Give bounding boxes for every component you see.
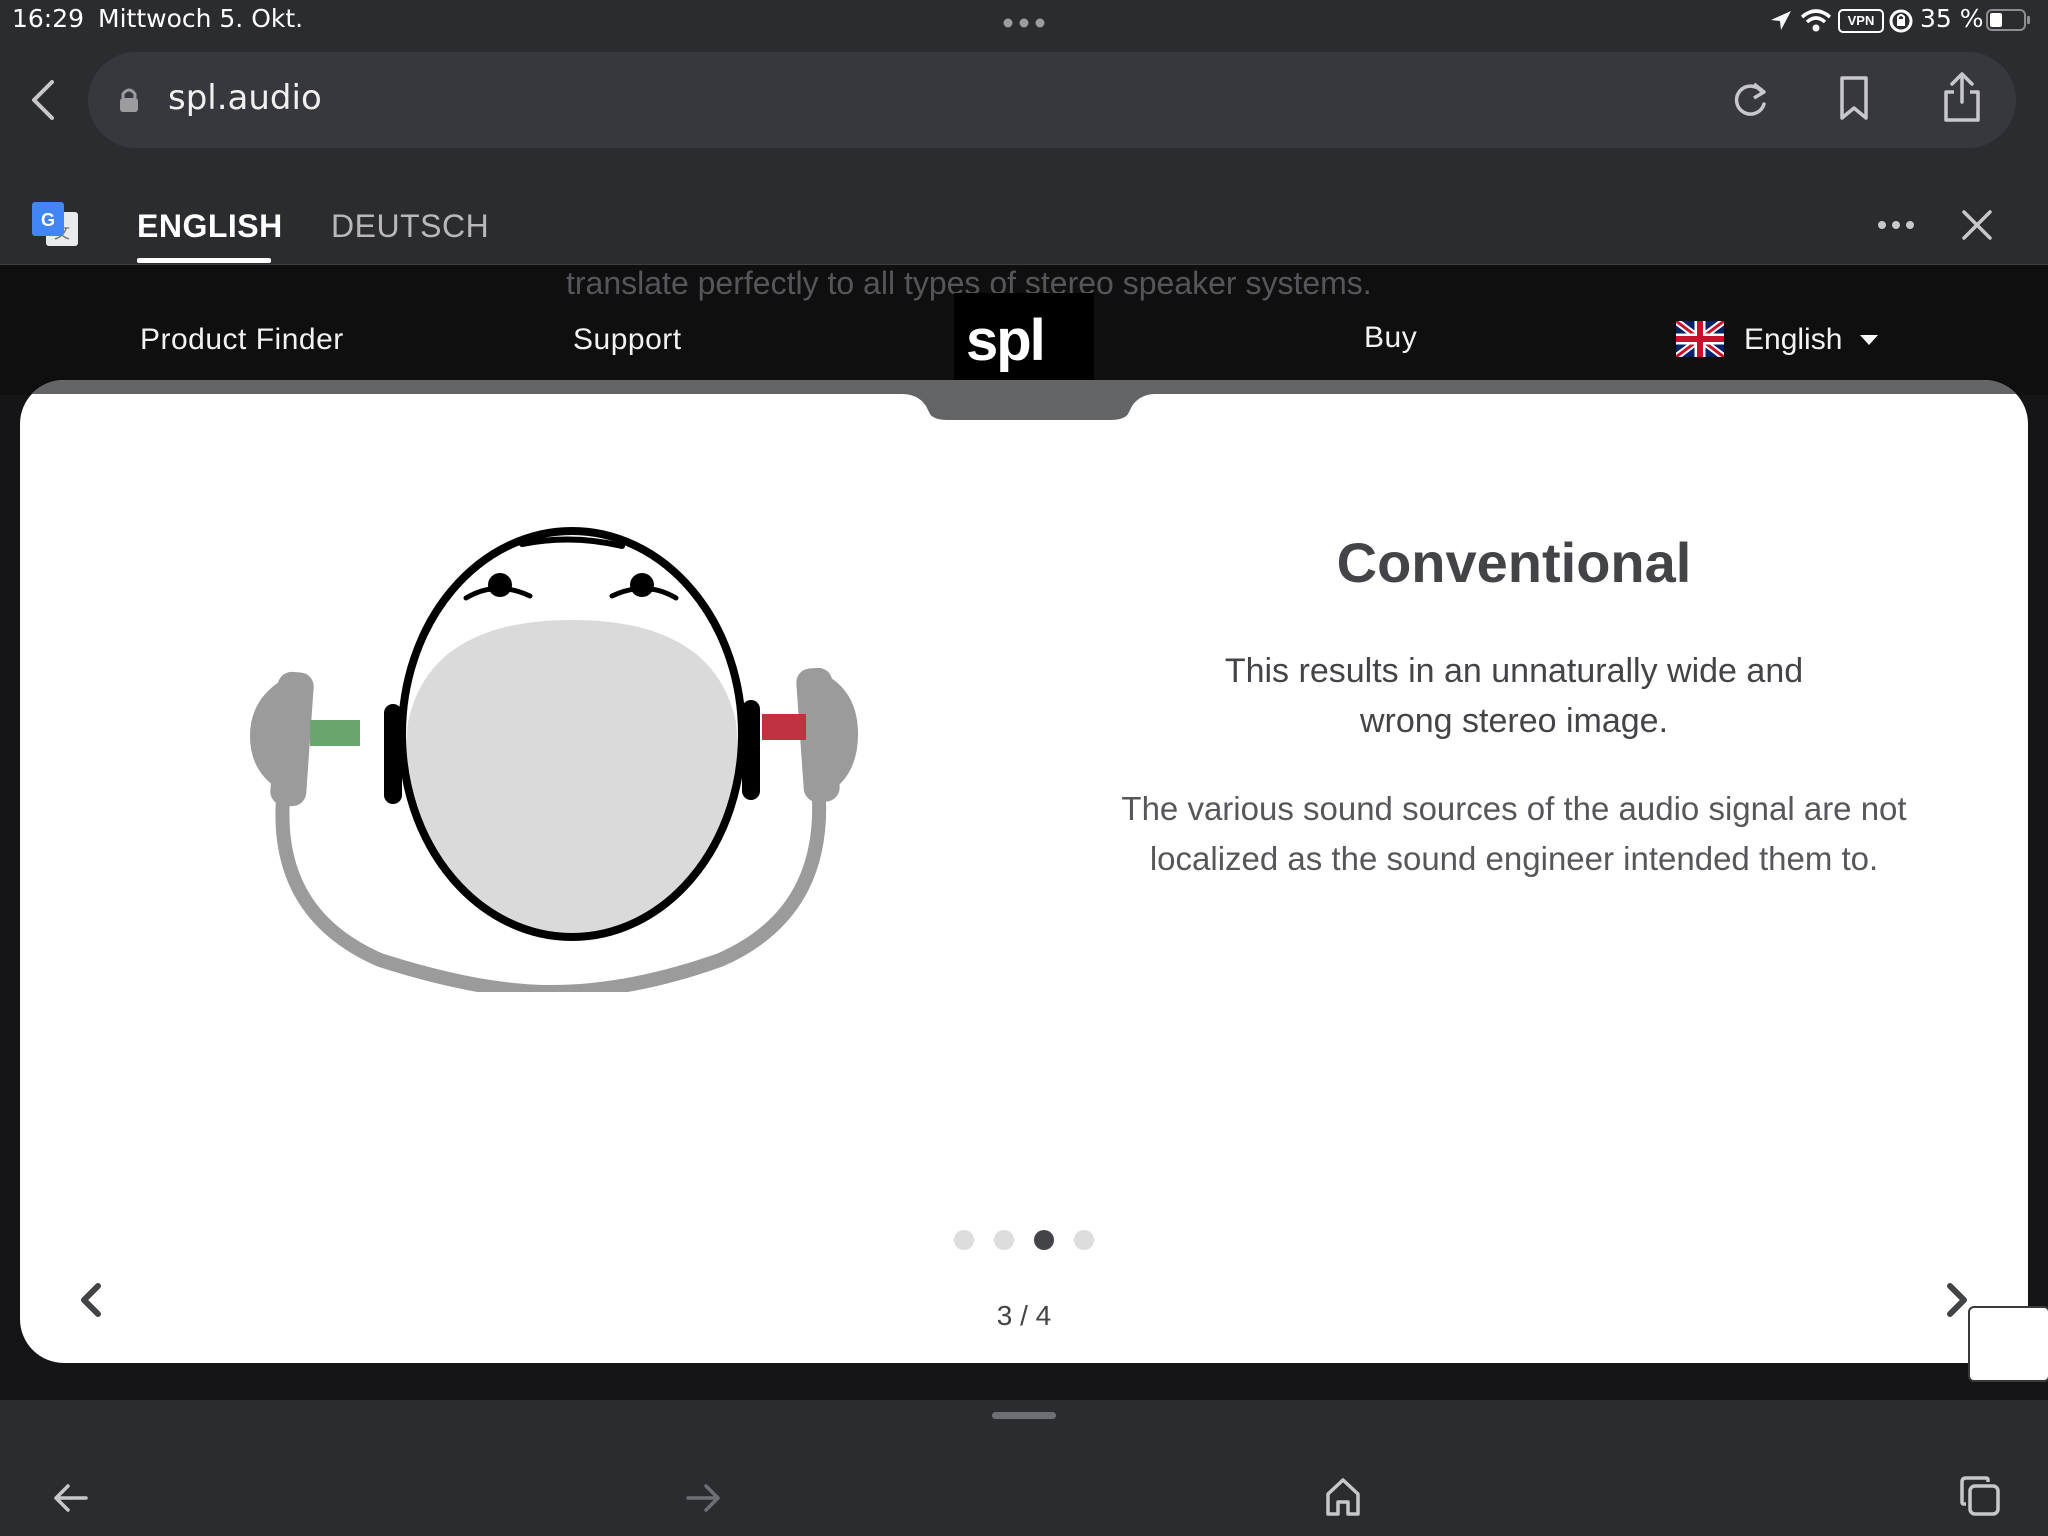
- bookmark-icon[interactable]: [1834, 74, 1874, 124]
- slide-subtitle: This results in an unnaturally wide and …: [1044, 646, 1984, 746]
- arrow-up-icon: [1995, 1328, 2023, 1360]
- battery-icon: [1986, 9, 2030, 31]
- slide-subtitle-line-1: This results in an unnaturally wide and: [1224, 652, 1804, 690]
- status-bar: 16:29 Mittwoch 5. Okt. VPN 35 %: [0, 0, 2048, 40]
- browser-bottom-bar: [0, 1400, 2048, 1536]
- svg-text:G: G: [41, 210, 55, 230]
- share-icon[interactable]: [1940, 70, 1984, 124]
- nav-buy[interactable]: Buy: [1364, 321, 1417, 355]
- sheet-grabber[interactable]: [992, 1412, 1056, 1419]
- uk-flag-icon: [1676, 321, 1724, 357]
- back-icon[interactable]: [28, 78, 60, 122]
- location-icon: [1771, 11, 1791, 30]
- url-bar[interactable]: spl.audio: [88, 52, 2016, 148]
- forward-arrow-icon[interactable]: [684, 1478, 724, 1518]
- modal-top-notch: [20, 380, 2028, 420]
- google-translate-icon[interactable]: 文 G: [32, 202, 80, 250]
- pagination-dot[interactable]: [994, 1230, 1014, 1250]
- status-date: Mittwoch 5. Okt.: [98, 4, 304, 33]
- url-text: spl.audio: [168, 78, 322, 118]
- prev-slide-icon[interactable]: [76, 1280, 106, 1320]
- tabs-icon[interactable]: [1958, 1474, 2002, 1518]
- slide-pagination: [954, 1228, 1094, 1252]
- tab-english[interactable]: ENGLISH: [137, 208, 283, 245]
- slide-counter: 3 / 4: [996, 1300, 1052, 1331]
- site-header: translate perfectly to all types of ster…: [0, 265, 2048, 395]
- caret-down-icon: [1860, 335, 1878, 345]
- pagination-dot[interactable]: [1074, 1230, 1094, 1250]
- battery-percent: 35 %: [1920, 4, 1984, 33]
- home-icon[interactable]: [1324, 1476, 1362, 1518]
- back-arrow-icon[interactable]: [50, 1478, 90, 1518]
- left-channel-bar: [310, 720, 360, 746]
- more-icon[interactable]: [1876, 218, 1916, 232]
- status-time: 16:29: [12, 4, 85, 33]
- nav-product-finder[interactable]: Product Finder: [140, 323, 344, 357]
- nav-support[interactable]: Support: [573, 323, 682, 357]
- translate-bar: 文 G ENGLISH DEUTSCH: [0, 190, 2048, 266]
- rotation-lock-icon: [1889, 9, 1913, 33]
- close-icon[interactable]: [1960, 208, 1994, 242]
- language-select[interactable]: English: [1676, 321, 1896, 361]
- slide-body-line-2: localized as the sound engineer intended…: [1149, 840, 1879, 877]
- slide-body: The various sound sources of the audio s…: [1044, 784, 1984, 884]
- wifi-icon: [1800, 9, 1832, 32]
- slide-subtitle-line-2: wrong stereo image.: [1359, 702, 1669, 740]
- slide-modal: Conventional This results in an unnatura…: [20, 380, 2028, 1363]
- reload-icon[interactable]: [1728, 78, 1772, 122]
- right-channel-bar: [762, 714, 806, 740]
- tab-english-underline: [137, 258, 271, 263]
- lock-icon: [120, 88, 138, 112]
- language-label: English: [1744, 323, 1843, 356]
- multitasking-dots-icon[interactable]: [1000, 16, 1048, 30]
- scroll-to-top-button[interactable]: [1968, 1306, 2048, 1382]
- tab-deutsch[interactable]: DEUTSCH: [331, 208, 489, 245]
- slide-title: Conventional: [1336, 531, 1692, 594]
- pagination-dot[interactable]: [1034, 1230, 1054, 1250]
- pagination-dot[interactable]: [954, 1230, 974, 1250]
- headphone-head-illustration: [250, 527, 858, 992]
- vpn-badge: VPN: [1838, 9, 1884, 33]
- slide-body-line-1: The various sound sources of the audio s…: [1121, 790, 1907, 827]
